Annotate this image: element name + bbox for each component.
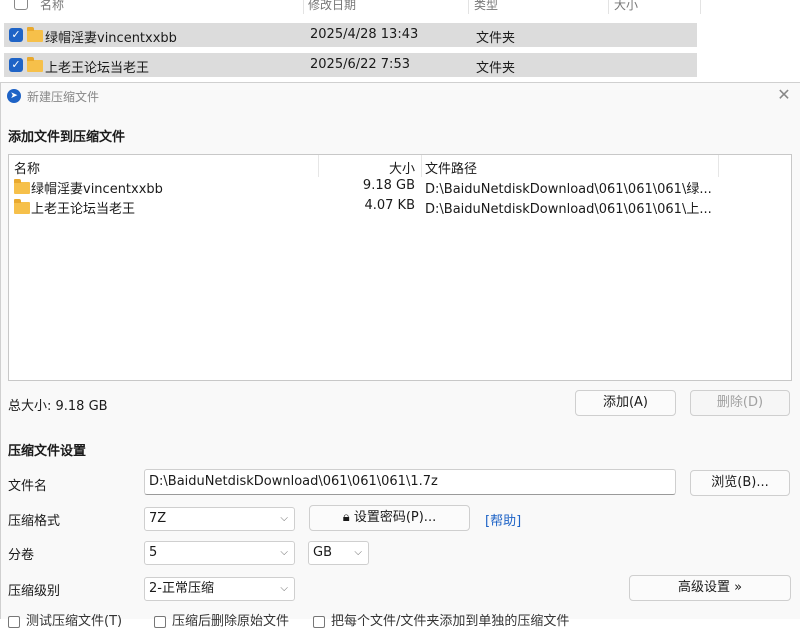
file-size: 4.07 KB: [364, 198, 415, 213]
level-select[interactable]: 2-正常压缩 ⌵: [144, 577, 295, 601]
background-file-explorer: 名称 修改日期 类型 大小 ✓ 绿帽淫妻vincentxxbb 2025/4/2…: [0, 0, 800, 82]
checkbox-label: 把每个文件/文件夹添加到单独的压缩文件: [331, 614, 570, 629]
split-unit-select[interactable]: GB ⌵: [308, 541, 369, 565]
advanced-settings-button[interactable]: 高级设置 »: [629, 575, 791, 601]
split-value: 5: [149, 545, 158, 560]
column-name[interactable]: 名称: [40, 0, 64, 13]
chevron-down-icon: ⌵: [354, 547, 362, 558]
file-path: D:\BaiduNetdiskDownload\061\061\061\绿...: [425, 182, 712, 197]
dialog-titlebar[interactable]: ➤ 新建压缩文件 ✕: [1, 83, 800, 109]
separate-archives-checkbox[interactable]: 把每个文件/文件夹添加到单独的压缩文件: [313, 610, 569, 629]
total-size: 总大小: 9.18 GB: [8, 399, 108, 414]
row-checkbox[interactable]: ✓: [9, 58, 23, 72]
folder-icon: [14, 199, 30, 214]
new-archive-dialog: ➤ 新建压缩文件 ✕ 添加文件到压缩文件 名称 大小 文件路径 绿帽淫妻vinc…: [0, 82, 800, 629]
file-name: 绿帽淫妻vincentxxbb: [31, 182, 163, 197]
explorer-column-header: 名称 修改日期 类型 大小: [0, 0, 701, 14]
checkbox-box[interactable]: [313, 615, 325, 628]
folder-icon: [27, 27, 43, 42]
chevron-down-icon: ⌵: [280, 547, 288, 558]
split-label: 分卷: [8, 548, 35, 563]
column-modified[interactable]: 修改日期: [308, 0, 356, 13]
folder-icon: [14, 179, 30, 194]
settings-section-title: 压缩文件设置: [8, 444, 87, 459]
list-item[interactable]: 上老王论坛当老王 4.07 KB D:\BaiduNetdiskDownload…: [9, 197, 791, 217]
row-name: 上老王论坛当老王: [45, 61, 150, 76]
split-unit-value: GB: [313, 545, 332, 560]
app-logo-icon: ➤: [7, 89, 21, 103]
row-type: 文件夹: [476, 31, 516, 46]
file-list[interactable]: 名称 大小 文件路径 绿帽淫妻vincentxxbb 9.18 GB D:\Ba…: [8, 154, 792, 381]
add-files-section-title: 添加文件到压缩文件: [8, 130, 126, 145]
file-path: D:\BaiduNetdiskDownload\061\061\061\上...: [425, 202, 712, 217]
chevron-down-icon: ⌵: [280, 513, 288, 524]
format-value: 7Z: [149, 511, 167, 526]
column-name[interactable]: 名称: [14, 158, 40, 177]
filename-label: 文件名: [8, 479, 48, 494]
column-size[interactable]: 大小: [389, 158, 415, 177]
explorer-row[interactable]: ✓ 上老王论坛当老王 2025/6/22 7:53 文件夹: [4, 53, 697, 77]
filename-input[interactable]: D:\BaiduNetdiskDownload\061\061\061\1.7z: [144, 469, 676, 495]
add-button[interactable]: 添加(A): [575, 390, 676, 416]
close-icon[interactable]: ✕: [774, 85, 794, 105]
column-type[interactable]: 类型: [474, 0, 498, 13]
help-link[interactable]: [帮助]: [485, 510, 521, 529]
split-select[interactable]: 5 ⌵: [144, 541, 295, 565]
row-date: 2025/4/28 13:43: [310, 27, 419, 42]
checkbox-label: 压缩后删除原始文件: [172, 614, 290, 629]
level-label: 压缩级别: [8, 584, 61, 599]
format-label: 压缩格式: [8, 514, 61, 529]
row-name: 绿帽淫妻vincentxxbb: [45, 31, 177, 46]
format-select[interactable]: 7Z ⌵: [144, 507, 295, 531]
file-list-header: 名称 大小 文件路径: [9, 155, 791, 177]
checkbox-box[interactable]: [8, 615, 20, 628]
file-size: 9.18 GB: [362, 178, 415, 193]
row-checkbox[interactable]: ✓: [9, 28, 23, 42]
checkbox-box[interactable]: [154, 615, 166, 628]
chevron-down-icon: ⌵: [280, 583, 288, 594]
checkbox-label: 测试压缩文件(T): [26, 614, 123, 629]
file-name: 上老王论坛当老王: [31, 202, 136, 217]
list-item[interactable]: 绿帽淫妻vincentxxbb 9.18 GB D:\BaiduNetdiskD…: [9, 177, 791, 197]
test-archive-checkbox[interactable]: 测试压缩文件(T): [8, 610, 122, 629]
set-password-button[interactable]: 🔒︎ 设置密码(P)...: [309, 505, 470, 531]
set-password-label: 设置密码(P)...: [353, 510, 437, 525]
level-value: 2-正常压缩: [149, 581, 214, 596]
select-all-checkbox[interactable]: [14, 0, 28, 10]
delete-button[interactable]: 删除(D): [690, 390, 790, 416]
dialog-title: 新建压缩文件: [27, 90, 100, 104]
explorer-row[interactable]: ✓ 绿帽淫妻vincentxxbb 2025/4/28 13:43 文件夹: [4, 23, 697, 47]
folder-icon: [27, 57, 43, 72]
browse-button[interactable]: 浏览(B)...: [690, 470, 790, 496]
row-date: 2025/6/22 7:53: [310, 57, 410, 72]
column-path[interactable]: 文件路径: [425, 158, 477, 177]
row-type: 文件夹: [476, 61, 516, 76]
delete-after-checkbox[interactable]: 压缩后删除原始文件: [154, 610, 289, 629]
lock-icon: 🔒︎: [342, 510, 350, 525]
column-size[interactable]: 大小: [614, 0, 638, 13]
